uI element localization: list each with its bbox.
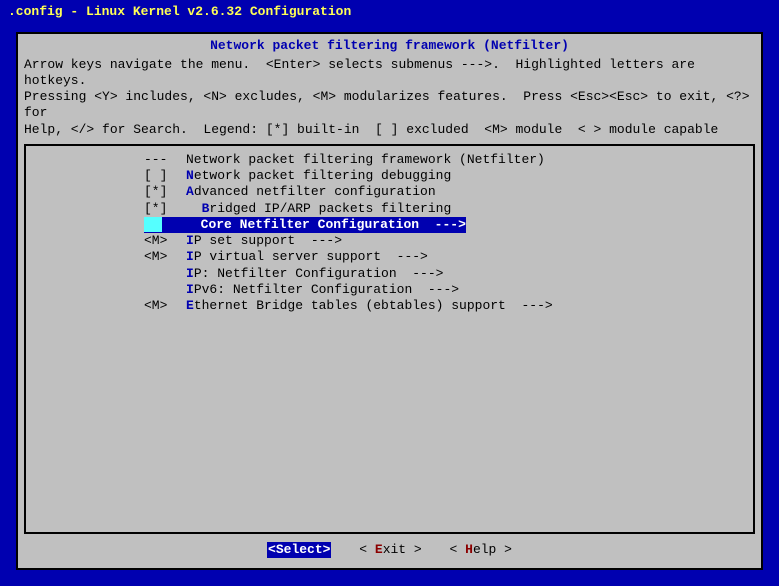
menu-item-label: thernet Bridge tables (ebtables) support… bbox=[194, 298, 553, 314]
window-title: .config - Linux Kernel v2.6.32 Configura… bbox=[0, 0, 779, 24]
menu-item-indicator: <M> bbox=[144, 249, 186, 265]
menu-item-hotkey: I bbox=[186, 266, 194, 282]
menu-item[interactable]: [*]Advanced netfilter configuration bbox=[34, 184, 745, 200]
menu-item-indicator: <M> bbox=[144, 233, 186, 249]
panel-title: Network packet filtering framework (Netf… bbox=[24, 38, 755, 54]
menu-item[interactable]: Core Netfilter Configuration ---> bbox=[34, 217, 745, 233]
exit-button[interactable]: < Exit > bbox=[359, 542, 421, 558]
help-text: Arrow keys navigate the menu. <Enter> se… bbox=[24, 57, 755, 138]
menu-item-hotkey: I bbox=[186, 233, 194, 249]
menu-item-indicator: [*] bbox=[144, 201, 186, 217]
menu-item-indicator: <M> bbox=[144, 298, 186, 314]
menu-item-hotkey: N bbox=[186, 168, 194, 184]
select-button[interactable]: <Select> bbox=[267, 542, 331, 558]
help-line-1: Arrow keys navigate the menu. <Enter> se… bbox=[24, 57, 703, 88]
menu-item-hotkey: E bbox=[186, 298, 194, 314]
menu-item-hotkey: A bbox=[186, 184, 194, 200]
menu-header-text: Network packet filtering framework (Netf… bbox=[186, 152, 545, 168]
help-line-2: Pressing <Y> includes, <N> excludes, <M>… bbox=[24, 89, 757, 120]
menu-item-indicator: [ ] bbox=[144, 168, 186, 184]
menu-item[interactable]: IP: Netfilter Configuration ---> bbox=[34, 266, 745, 282]
menu-item-label: ridged IP/ARP packets filtering bbox=[209, 201, 451, 217]
menu-item[interactable]: [ ]Network packet filtering debugging bbox=[34, 168, 745, 184]
menu-item-hotkey: I bbox=[186, 282, 194, 298]
menu-item[interactable]: <M>IP set support ---> bbox=[34, 233, 745, 249]
menu-item[interactable]: [*] Bridged IP/ARP packets filtering bbox=[34, 201, 745, 217]
help-line-3: Help, </> for Search. Legend: [*] built-… bbox=[24, 122, 718, 137]
menu-box: ---Network packet filtering framework (N… bbox=[24, 144, 755, 534]
menu-item-label: etwork packet filtering debugging bbox=[194, 168, 451, 184]
menu-item-label: dvanced netfilter configuration bbox=[194, 184, 436, 200]
menu-item-label: P virtual server support ---> bbox=[194, 249, 428, 265]
menu-item-label: P set support ---> bbox=[194, 233, 342, 249]
outer-frame: Network packet filtering framework (Netf… bbox=[0, 24, 779, 586]
menu-item-label: Pv6: Netfilter Configuration ---> bbox=[194, 282, 459, 298]
menu-item-indicator bbox=[144, 282, 186, 298]
config-panel: Network packet filtering framework (Netf… bbox=[16, 32, 763, 570]
menu-item-indicator bbox=[144, 217, 162, 232]
menu-header: ---Network packet filtering framework (N… bbox=[34, 152, 745, 168]
menu-item-selected[interactable]: Core Netfilter Configuration ---> bbox=[144, 217, 466, 233]
help-button[interactable]: < Help > bbox=[450, 542, 512, 558]
menu-item[interactable]: IPv6: Netfilter Configuration ---> bbox=[34, 282, 745, 298]
menu-item-label: P: Netfilter Configuration ---> bbox=[194, 266, 444, 282]
menu-item-indicator bbox=[144, 266, 186, 282]
menu-item-hotkey: B bbox=[202, 201, 210, 217]
menu-item-hotkey: I bbox=[186, 249, 194, 265]
menu-item-indicator: [*] bbox=[144, 184, 186, 200]
menu-item[interactable]: <M>IP virtual server support ---> bbox=[34, 249, 745, 265]
button-row: <Select> < Exit > < Help > bbox=[24, 540, 755, 564]
menu-item-label: ore Netfilter Configuration ---> bbox=[208, 217, 465, 232]
menu-item[interactable]: <M>Ethernet Bridge tables (ebtables) sup… bbox=[34, 298, 745, 314]
menu-header-indicator: --- bbox=[144, 152, 186, 168]
